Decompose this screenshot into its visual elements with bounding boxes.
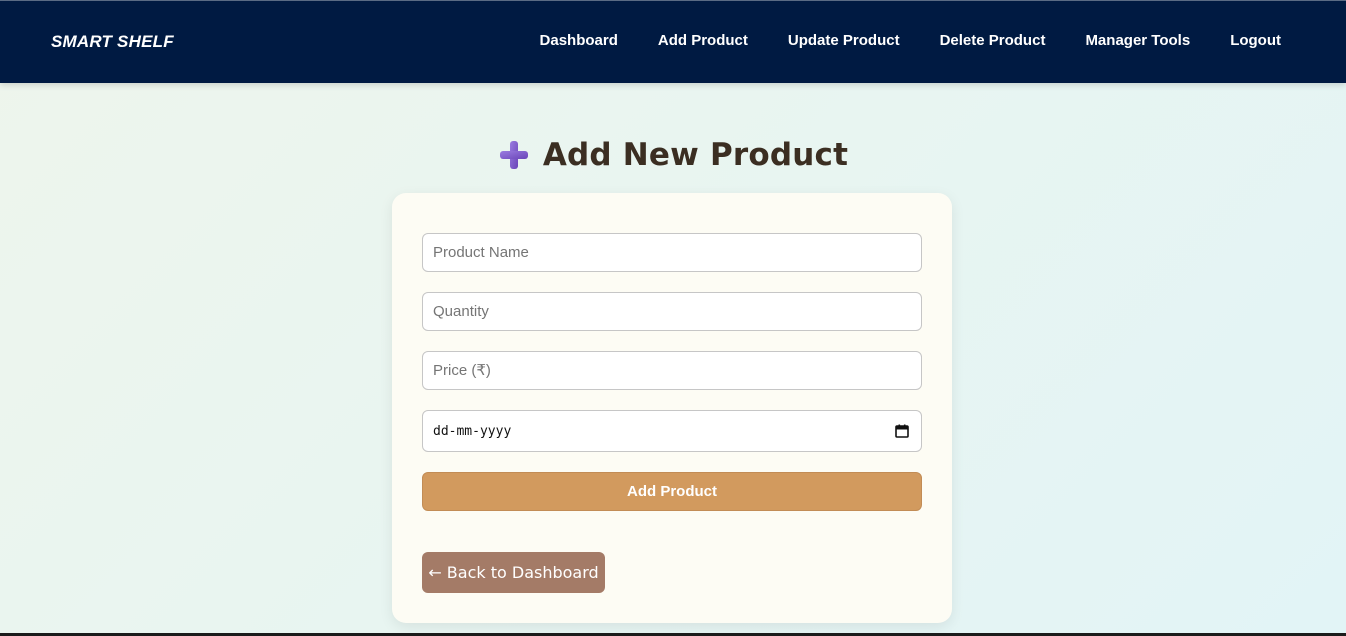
add-product-form-card: dd-mm-yyyy Add Product ← Back to Dashboa… — [392, 193, 952, 623]
add-product-button[interactable]: Add Product — [422, 472, 922, 511]
page-title: Add New Product — [0, 136, 1346, 174]
date-input[interactable]: dd-mm-yyyy — [422, 410, 922, 452]
brand-logo[interactable]: SMART SHELF — [51, 32, 174, 52]
nav-link-update-product[interactable]: Update Product — [788, 32, 900, 49]
plus-icon — [498, 139, 530, 171]
price-input[interactable] — [422, 351, 922, 390]
nav-link-delete-product[interactable]: Delete Product — [940, 32, 1046, 49]
nav-link-dashboard[interactable]: Dashboard — [540, 32, 618, 49]
calendar-icon[interactable] — [895, 424, 909, 438]
top-navbar: SMART SHELF Dashboard Add Product Update… — [0, 0, 1346, 83]
back-to-dashboard-button[interactable]: ← Back to Dashboard — [422, 552, 605, 593]
nav-link-manager-tools[interactable]: Manager Tools — [1085, 32, 1190, 49]
product-name-input[interactable] — [422, 233, 922, 272]
nav-links: Dashboard Add Product Update Product Del… — [540, 32, 1281, 49]
page-title-text: Add New Product — [542, 137, 849, 173]
nav-link-logout[interactable]: Logout — [1230, 32, 1281, 49]
nav-link-add-product[interactable]: Add Product — [658, 32, 748, 49]
date-input-text: dd-mm-yyyy — [433, 423, 512, 439]
quantity-input[interactable] — [422, 292, 922, 331]
